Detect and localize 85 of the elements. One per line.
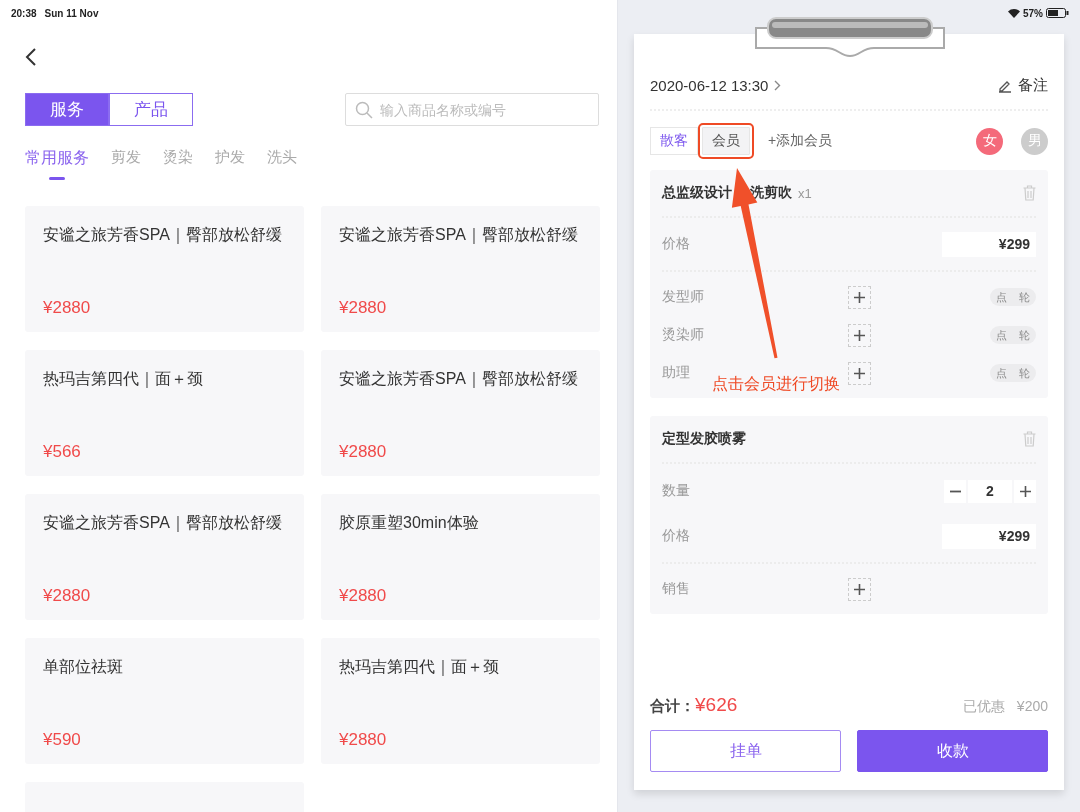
- service-price: ¥2880: [43, 298, 92, 318]
- plus-icon: [1019, 485, 1031, 497]
- category-tab[interactable]: 剪发: [111, 148, 141, 180]
- price-field[interactable]: ¥299: [942, 231, 1036, 257]
- quantity-text: x1: [798, 185, 812, 201]
- service-price: ¥2880: [339, 586, 388, 606]
- add-staff-button[interactable]: [848, 361, 871, 385]
- staff-role-label: 助理: [662, 364, 691, 382]
- staff-role-label: 发型师: [662, 288, 705, 306]
- toggle-option[interactable]: 轮: [1019, 327, 1030, 343]
- service-name: 热玛吉第四代｜面＋颈: [339, 657, 500, 678]
- battery-icon: [1046, 8, 1069, 18]
- price-label: 价格: [662, 527, 691, 545]
- assign-toggle[interactable]: 点 轮: [990, 364, 1036, 382]
- price-field[interactable]: ¥299: [942, 523, 1036, 549]
- service-name: 胶原重塑30min体验: [339, 513, 480, 533]
- toggle-option[interactable]: 轮: [1019, 365, 1030, 381]
- add-staff-button[interactable]: [848, 285, 871, 309]
- service-name: 热玛吉第四代｜面＋颈: [43, 369, 204, 390]
- assign-toggle[interactable]: 点 轮: [990, 326, 1036, 344]
- line-item-name: 总监级设计: [662, 184, 732, 202]
- category-tab[interactable]: 护发: [215, 148, 245, 180]
- service-name: 安谧之旅芳香SPA｜臀部放松舒缓: [43, 513, 283, 534]
- checkout-button[interactable]: 收款: [857, 730, 1048, 772]
- service-card[interactable]: 热玛吉第四代｜面＋颈 ¥2880: [321, 638, 600, 764]
- add-staff-button[interactable]: [848, 323, 871, 347]
- order-datetime[interactable]: 2020-06-12 13:30: [650, 77, 769, 94]
- plus-icon: [854, 291, 865, 303]
- hold-order-button[interactable]: 挂单: [650, 730, 841, 772]
- category-tab[interactable]: 烫染: [163, 148, 193, 180]
- staff-role-label: 烫染师: [662, 326, 705, 344]
- add-member-link[interactable]: +添加会员: [768, 132, 833, 150]
- service-price: ¥2880: [43, 586, 92, 606]
- service-name: 安谧之旅芳香SPA｜臀部放松舒缓: [43, 225, 283, 246]
- plus-icon: [854, 367, 865, 379]
- toggle-option[interactable]: 轮: [1019, 289, 1030, 305]
- price-label: 价格: [662, 235, 691, 253]
- discount-amount: ¥200: [1016, 698, 1048, 714]
- increment-button[interactable]: [1014, 479, 1036, 503]
- add-staff-button[interactable]: [848, 577, 871, 601]
- service-card[interactable]: 安谧之旅芳香SPA｜臀部放松舒缓 ¥2880: [321, 206, 600, 332]
- quantity-field[interactable]: 2: [968, 479, 1012, 503]
- toggle-option[interactable]: 点: [996, 327, 1007, 343]
- service-price: ¥590: [43, 730, 82, 750]
- assign-toggle[interactable]: 点 轮: [990, 288, 1036, 306]
- service-name: 单部位祛斑: [43, 657, 124, 677]
- service-card[interactable]: 胶原重塑30min体验 ¥2880: [321, 494, 600, 620]
- category-tab[interactable]: 洗头: [267, 148, 297, 180]
- plus-icon: [854, 583, 865, 595]
- line-item-name: 定型发胶喷雾: [662, 430, 746, 448]
- quantity-label: 数量: [662, 482, 691, 500]
- status-date: Sun 11 Nov: [44, 7, 99, 19]
- status-time: 20:38: [11, 7, 37, 19]
- service-price: ¥2880: [339, 730, 388, 750]
- segment-tab[interactable]: 服务: [25, 93, 109, 126]
- service-card[interactable]: 单部位祛斑 ¥590: [25, 638, 304, 764]
- category-tab[interactable]: 常用服务: [25, 148, 89, 180]
- service-card[interactable]: 安谧之旅芳香SPA｜臀部放松舒缓 ¥2880: [25, 206, 304, 332]
- search-field[interactable]: 输入商品名称或编号: [345, 93, 599, 126]
- plus-icon: [854, 329, 865, 341]
- toggle-option[interactable]: 点: [996, 365, 1007, 381]
- gender-button[interactable]: 女: [976, 127, 1003, 155]
- back-icon[interactable]: [24, 46, 38, 68]
- toggle-option[interactable]: 点: [996, 289, 1007, 305]
- discount-label: 已优惠: [962, 698, 1005, 716]
- chevron-right-icon: [774, 80, 782, 91]
- customer-type-tab[interactable]: 散客: [650, 127, 698, 155]
- total-amount: ¥626: [695, 694, 738, 716]
- service-name: 安谧之旅芳香SPA｜臀部放松舒缓: [339, 225, 579, 246]
- total-label: 合计：: [650, 697, 695, 716]
- wifi-icon: [1008, 8, 1020, 18]
- annotation-text: 点击会员进行切换: [712, 374, 840, 394]
- service-price: ¥2880: [339, 298, 388, 318]
- service-name: 安谧之旅芳香SPA｜臀部放松舒缓: [339, 369, 579, 390]
- segment-tab[interactable]: 产品: [109, 93, 193, 126]
- battery-percent: 57%: [1023, 7, 1043, 19]
- service-card[interactable]: 热玛吉第四代｜面＋颈 ¥566: [25, 350, 304, 476]
- note-link[interactable]: 备注: [1018, 76, 1048, 95]
- staff-role-label: 销售: [662, 580, 691, 598]
- service-price: ¥566: [43, 442, 82, 462]
- service-card[interactable]: 安谧之旅芳香SPA｜臀部放松舒缓 ¥2880: [321, 350, 600, 476]
- service-card[interactable]: 安谧之旅芳香SPA｜臀部放松舒缓 ¥2880: [25, 494, 304, 620]
- decrement-button[interactable]: [944, 479, 966, 503]
- service-price: ¥2880: [339, 442, 388, 462]
- search-icon: [355, 101, 373, 119]
